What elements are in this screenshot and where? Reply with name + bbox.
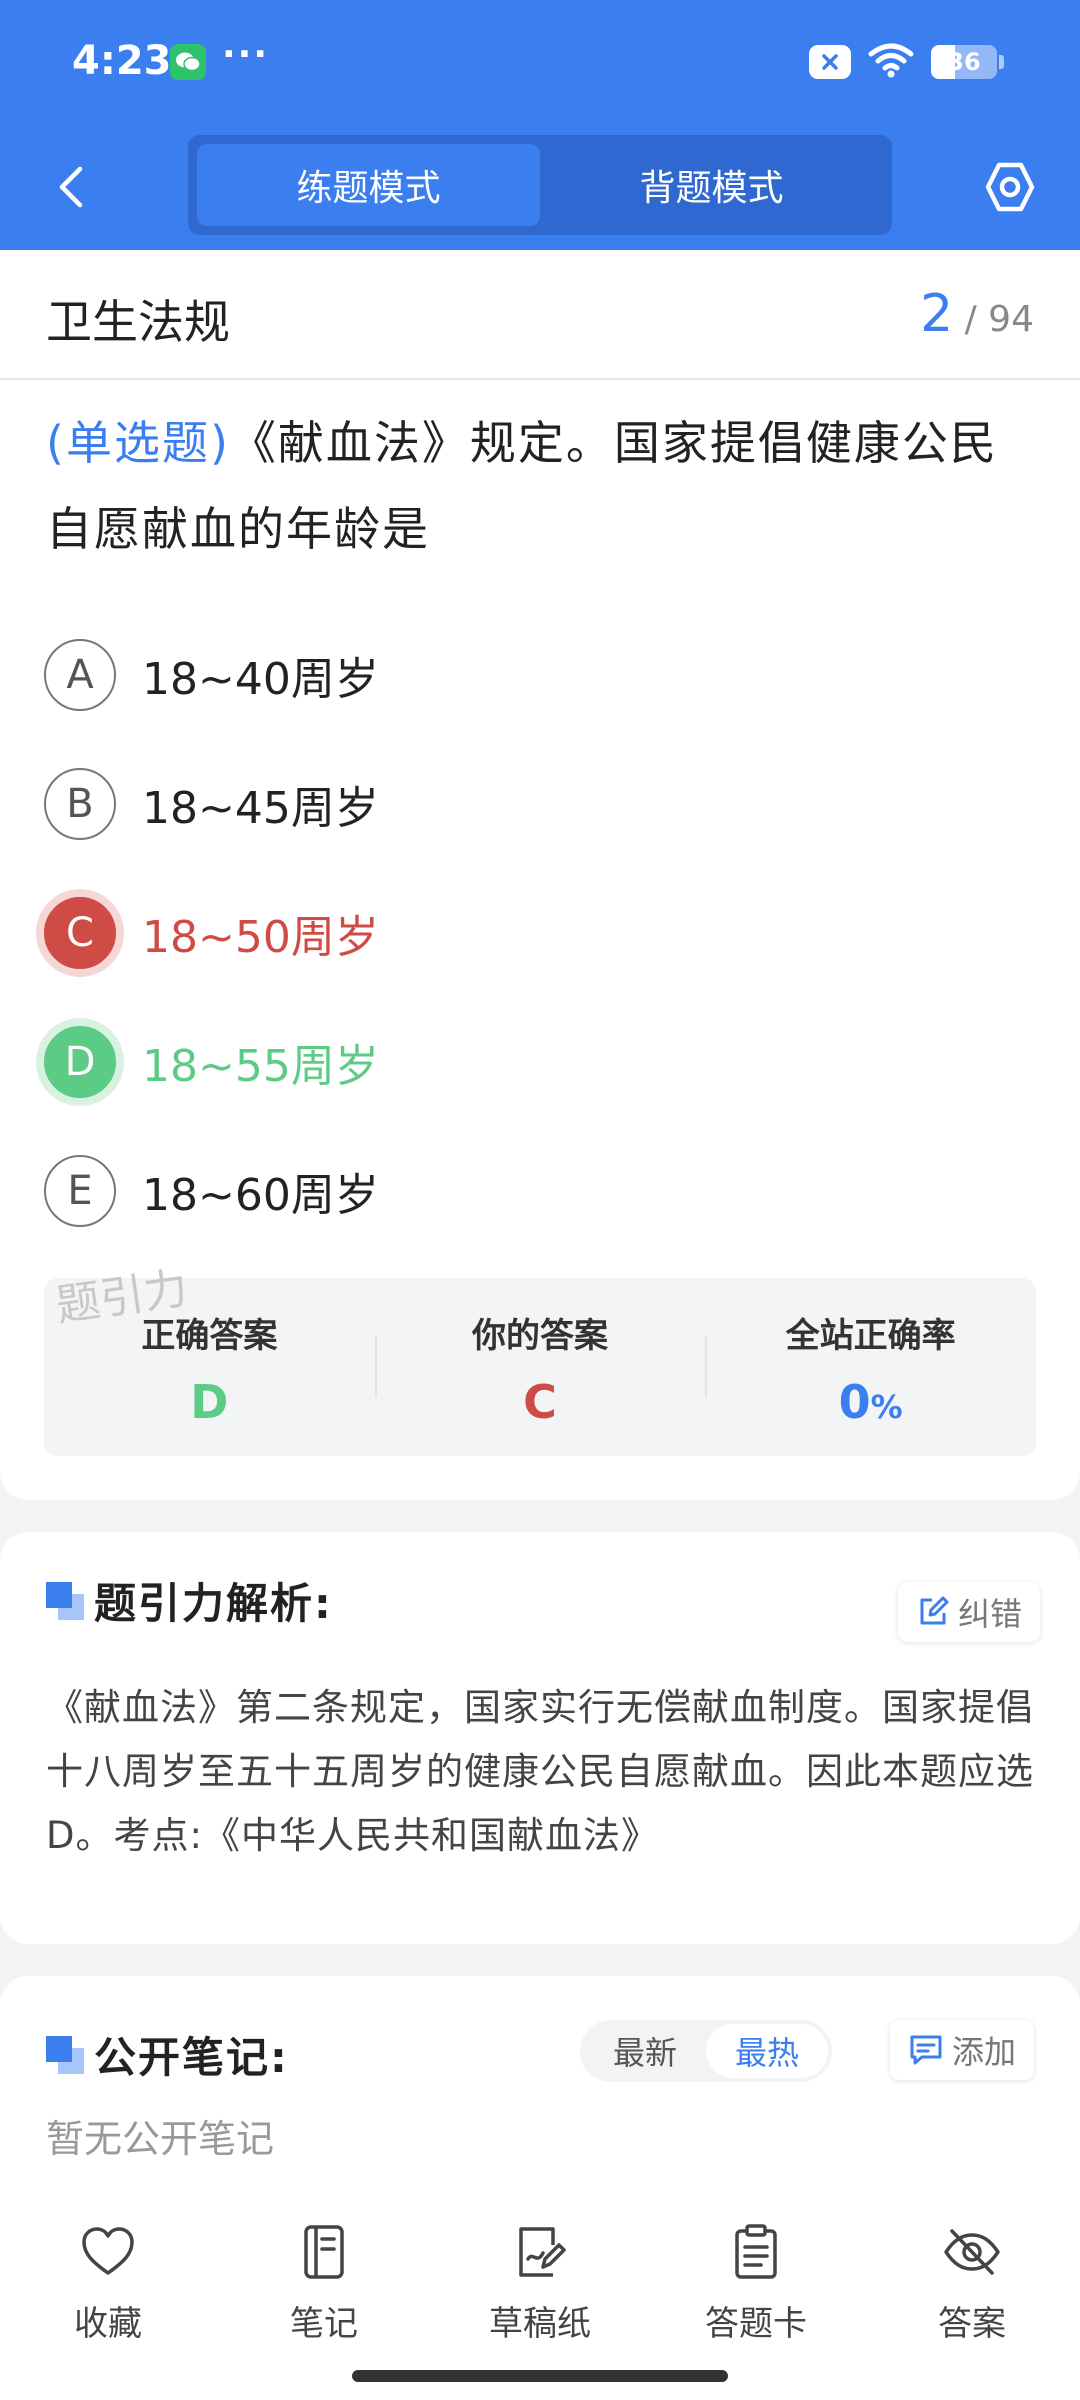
tab-practice-mode[interactable]: 练题模式 xyxy=(197,144,540,226)
analysis-card: 题引力解析: 纠错 《献血法》第二条规定，国家实行无偿献血制度。国家提倡十八周岁… xyxy=(0,1532,1080,1944)
tab-memorize-mode[interactable]: 背题模式 xyxy=(540,144,883,226)
option-letter: D xyxy=(44,1025,116,1098)
subject-row: 卫生法规 2 / 94 xyxy=(0,250,1080,380)
draft-paper-icon xyxy=(510,2222,570,2282)
analysis-title: 题引力解析: xyxy=(94,1579,333,1628)
answer-card-icon xyxy=(726,2222,786,2282)
subject-title: 卫生法规 xyxy=(46,295,230,349)
favorite-button[interactable]: 收藏 xyxy=(0,2200,216,2400)
option-letter: B xyxy=(44,767,116,840)
sort-hottest[interactable]: 最热 xyxy=(706,2024,828,2078)
current-question-number: 2 xyxy=(920,284,954,344)
show-answer-button[interactable]: 答案 xyxy=(864,2200,1080,2400)
draft-paper-label: 草稿纸 xyxy=(489,2304,591,2344)
favorite-label: 收藏 xyxy=(74,2304,142,2344)
option-text: 18~50周岁 xyxy=(142,911,379,963)
add-note-button[interactable]: 添加 xyxy=(890,2020,1035,2080)
option-d[interactable]: D 18~55周岁 xyxy=(44,997,1034,1126)
wechat-icon xyxy=(170,44,206,80)
accuracy-column: 全站正确率 0% xyxy=(705,1278,1036,1456)
battery-level: 36 xyxy=(947,48,981,76)
comment-icon xyxy=(910,2035,942,2065)
accuracy-label: 全站正确率 xyxy=(785,1316,956,1356)
question-card: 卫生法规 2 / 94 (单选题)《献血法》规定。国家提倡健康公民自愿献血的年龄… xyxy=(0,250,1080,1500)
settings-button[interactable] xyxy=(976,153,1044,221)
analysis-text: 《献血法》第二条规定，国家实行无偿献血制度。国家提倡十八周岁至五十五周岁的健康公… xyxy=(46,1686,1034,1857)
report-error-label: 纠错 xyxy=(958,1595,1023,1633)
option-text: 18~45周岁 xyxy=(142,782,379,834)
notebook-icon xyxy=(294,2222,354,2282)
edit-icon xyxy=(920,1596,949,1625)
status-time: 4:23 xyxy=(72,38,172,84)
show-answer-label: 答案 xyxy=(938,2304,1006,2344)
home-indicator[interactable] xyxy=(352,2370,728,2382)
no-sim-icon xyxy=(809,45,851,79)
correct-answer-value: D xyxy=(190,1375,229,1429)
section-marker-icon xyxy=(46,1582,84,1620)
wifi-icon xyxy=(867,42,915,82)
answer-summary: 正确答案 D 你的答案 C 全站正确率 0% xyxy=(44,1278,1036,1456)
your-answer-value: C xyxy=(523,1375,557,1429)
add-note-label: 添加 xyxy=(952,2033,1017,2071)
options-list: A 18~40周岁 B 18~45周岁 C 18~50周岁 D 18~55周岁 … xyxy=(44,610,1034,1255)
chevron-left-icon xyxy=(59,166,83,208)
app-header: 4:23 ··· 36 练题模式 背题模式 xyxy=(0,0,1080,250)
option-letter: C xyxy=(44,896,116,969)
option-letter: A xyxy=(44,638,116,711)
battery-indicator: 36 xyxy=(931,45,997,79)
question-text: (单选题)《献血法》规定。国家提倡健康公民自愿献血的年龄是 xyxy=(46,400,1036,572)
question-type: (单选题) xyxy=(46,416,230,470)
accuracy-unit: % xyxy=(870,1388,903,1426)
mode-switch: 练题模式 背题模式 xyxy=(188,135,892,235)
nav-bar: 练题模式 背题模式 xyxy=(0,125,1080,250)
eye-off-icon xyxy=(942,2222,1002,2282)
total-questions: / 94 xyxy=(964,299,1034,340)
notes-sort-toggle: 最新 最热 xyxy=(580,2020,832,2082)
more-notifications-icon: ··· xyxy=(222,34,270,75)
accuracy-value: 0% xyxy=(705,1375,1036,1429)
section-marker-icon xyxy=(46,2036,84,2074)
report-error-button[interactable]: 纠错 xyxy=(898,1582,1041,1642)
back-button[interactable] xyxy=(40,155,104,219)
option-text: 18~55周岁 xyxy=(142,1040,379,1092)
heart-icon xyxy=(78,2222,138,2282)
option-text: 18~40周岁 xyxy=(142,653,379,705)
option-text: 18~60周岁 xyxy=(142,1169,379,1221)
option-a[interactable]: A 18~40周岁 xyxy=(44,610,1034,739)
option-b[interactable]: B 18~45周岁 xyxy=(44,739,1034,868)
answer-card-label: 答题卡 xyxy=(705,2304,807,2344)
your-answer-column: 你的答案 C xyxy=(374,1278,706,1456)
accuracy-number: 0 xyxy=(838,1375,871,1429)
question-pager: 2 / 94 xyxy=(920,284,1034,344)
option-letter: E xyxy=(44,1154,116,1227)
status-right: 36 xyxy=(809,42,1004,82)
status-bar: 4:23 ··· 36 xyxy=(0,0,1080,125)
notes-title: 公开笔记: xyxy=(94,2033,289,2082)
your-answer-label: 你的答案 xyxy=(472,1316,608,1356)
option-e[interactable]: E 18~60周岁 xyxy=(44,1126,1034,1255)
empty-notes-text: 暂无公开笔记 xyxy=(46,2117,275,2161)
notes-label: 笔记 xyxy=(290,2304,358,2344)
option-c[interactable]: C 18~50周岁 xyxy=(44,868,1034,997)
notes-card: 公开笔记: 最新 最热 添加 暂无公开笔记 xyxy=(0,1976,1080,2206)
gear-icon xyxy=(985,162,1035,212)
sort-latest[interactable]: 最新 xyxy=(584,2024,706,2078)
